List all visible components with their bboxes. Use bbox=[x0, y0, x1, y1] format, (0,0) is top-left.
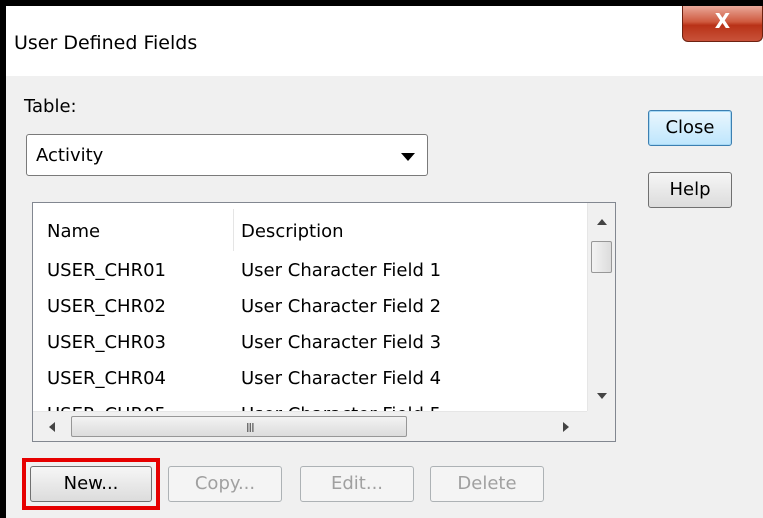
row-name: USER_CHR04 bbox=[47, 368, 166, 389]
scroll-left-icon[interactable] bbox=[49, 422, 55, 432]
column-header-description[interactable]: Description bbox=[241, 221, 344, 242]
help-button[interactable]: Help bbox=[648, 172, 732, 208]
close-window-button[interactable]: X bbox=[682, 6, 763, 42]
table-dropdown-value: Activity bbox=[36, 145, 104, 166]
scroll-up-icon[interactable] bbox=[597, 219, 607, 225]
list-body: USER_CHR01 User Character Field 1 USER_C… bbox=[33, 253, 587, 413]
table-label: Table: bbox=[24, 96, 77, 117]
scrollbar-corner bbox=[587, 411, 615, 441]
table-dropdown[interactable]: Activity bbox=[26, 134, 428, 176]
table-row[interactable]: USER_CHR04 User Character Field 4 bbox=[33, 361, 587, 397]
scroll-down-icon[interactable] bbox=[597, 393, 607, 399]
scroll-right-icon[interactable] bbox=[563, 422, 569, 432]
user-defined-fields-dialog: User Defined Fields X Table: Activity Cl… bbox=[0, 0, 763, 518]
edit-button[interactable]: Edit... bbox=[300, 466, 414, 502]
highlight-box bbox=[22, 458, 160, 510]
list-header: Name Description bbox=[33, 203, 587, 253]
chevron-down-icon bbox=[401, 153, 415, 161]
row-name: USER_CHR01 bbox=[47, 260, 166, 281]
title-bar: User Defined Fields X bbox=[6, 6, 763, 76]
vertical-scroll-thumb[interactable] bbox=[591, 241, 612, 273]
row-description: User Character Field 4 bbox=[241, 368, 442, 389]
close-button[interactable]: Close bbox=[648, 110, 732, 146]
table-row[interactable]: USER_CHR02 User Character Field 2 bbox=[33, 289, 587, 325]
dialog-title: User Defined Fields bbox=[14, 32, 198, 54]
table-row[interactable]: USER_CHR03 User Character Field 3 bbox=[33, 325, 587, 361]
row-description: User Character Field 3 bbox=[241, 332, 442, 353]
column-divider[interactable] bbox=[233, 209, 234, 251]
row-description: User Character Field 1 bbox=[241, 260, 442, 281]
column-header-name[interactable]: Name bbox=[47, 221, 100, 242]
table-row[interactable]: USER_CHR01 User Character Field 1 bbox=[33, 253, 587, 289]
row-description: User Character Field 2 bbox=[241, 296, 442, 317]
vertical-scrollbar[interactable] bbox=[587, 203, 615, 411]
copy-button[interactable]: Copy... bbox=[168, 466, 282, 502]
row-name: USER_CHR03 bbox=[47, 332, 166, 353]
scroll-grip: III bbox=[246, 421, 255, 435]
delete-button[interactable]: Delete bbox=[430, 466, 544, 502]
horizontal-scroll-thumb[interactable]: III bbox=[71, 416, 407, 437]
fields-list[interactable]: Name Description USER_CHR01 User Charact… bbox=[32, 202, 616, 442]
horizontal-scrollbar[interactable]: III bbox=[33, 411, 587, 441]
row-name: USER_CHR02 bbox=[47, 296, 166, 317]
